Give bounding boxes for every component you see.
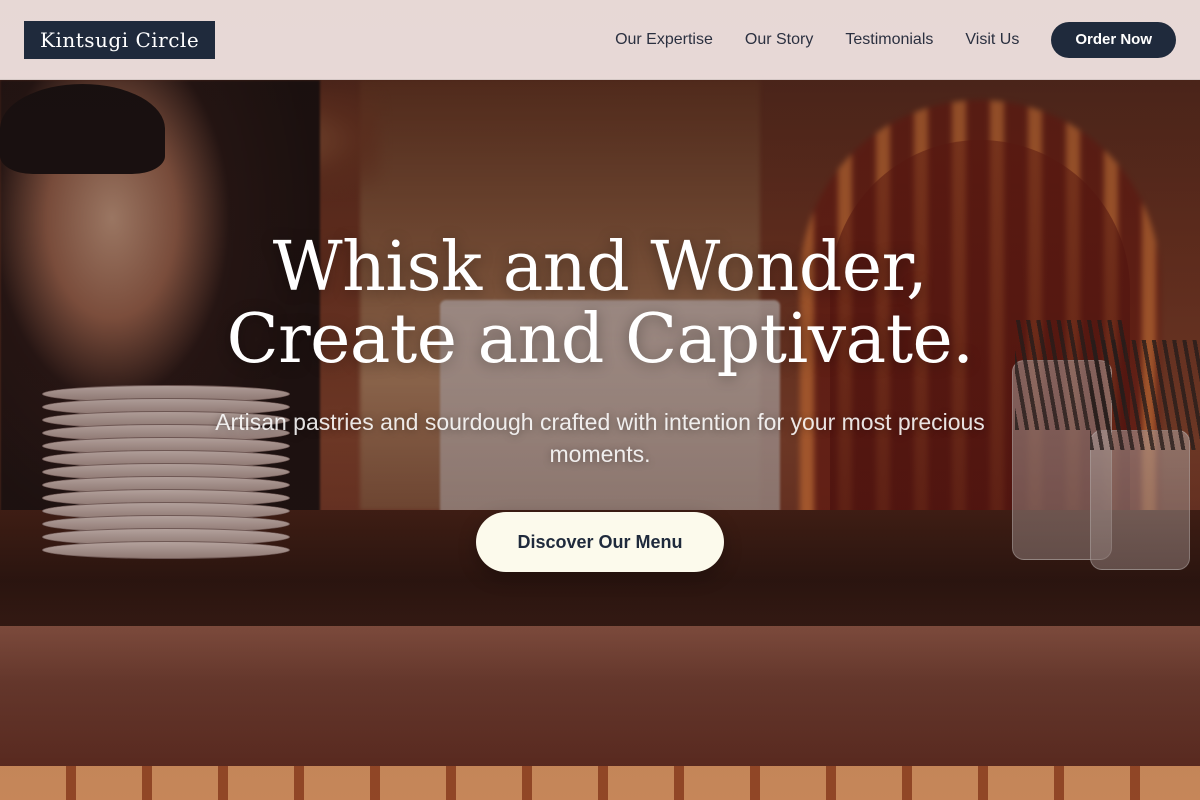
hero-section: Whisk and Wonder, Create and Captivate. … <box>0 232 1200 572</box>
hero-title-line-1: Whisk and Wonder, <box>272 228 928 307</box>
discover-menu-button[interactable]: Discover Our Menu <box>476 512 724 572</box>
site-header: Kintsugi Circle Our Expertise Our Story … <box>0 0 1200 80</box>
brand-logo[interactable]: Kintsugi Circle <box>24 20 216 59</box>
nav-link-visit-us[interactable]: Visit Us <box>965 31 1019 49</box>
nav-link-our-story[interactable]: Our Story <box>745 31 813 49</box>
main-nav: Our Expertise Our Story Testimonials Vis… <box>615 21 1176 58</box>
nav-link-our-expertise[interactable]: Our Expertise <box>615 31 713 49</box>
hero-title: Whisk and Wonder, Create and Captivate. <box>0 232 1200 376</box>
hero-subtitle: Artisan pastries and sourdough crafted w… <box>215 409 985 467</box>
hero-title-line-2: Create and Captivate. <box>226 300 974 379</box>
order-now-button[interactable]: Order Now <box>1051 21 1176 58</box>
nav-link-testimonials[interactable]: Testimonials <box>845 31 933 49</box>
